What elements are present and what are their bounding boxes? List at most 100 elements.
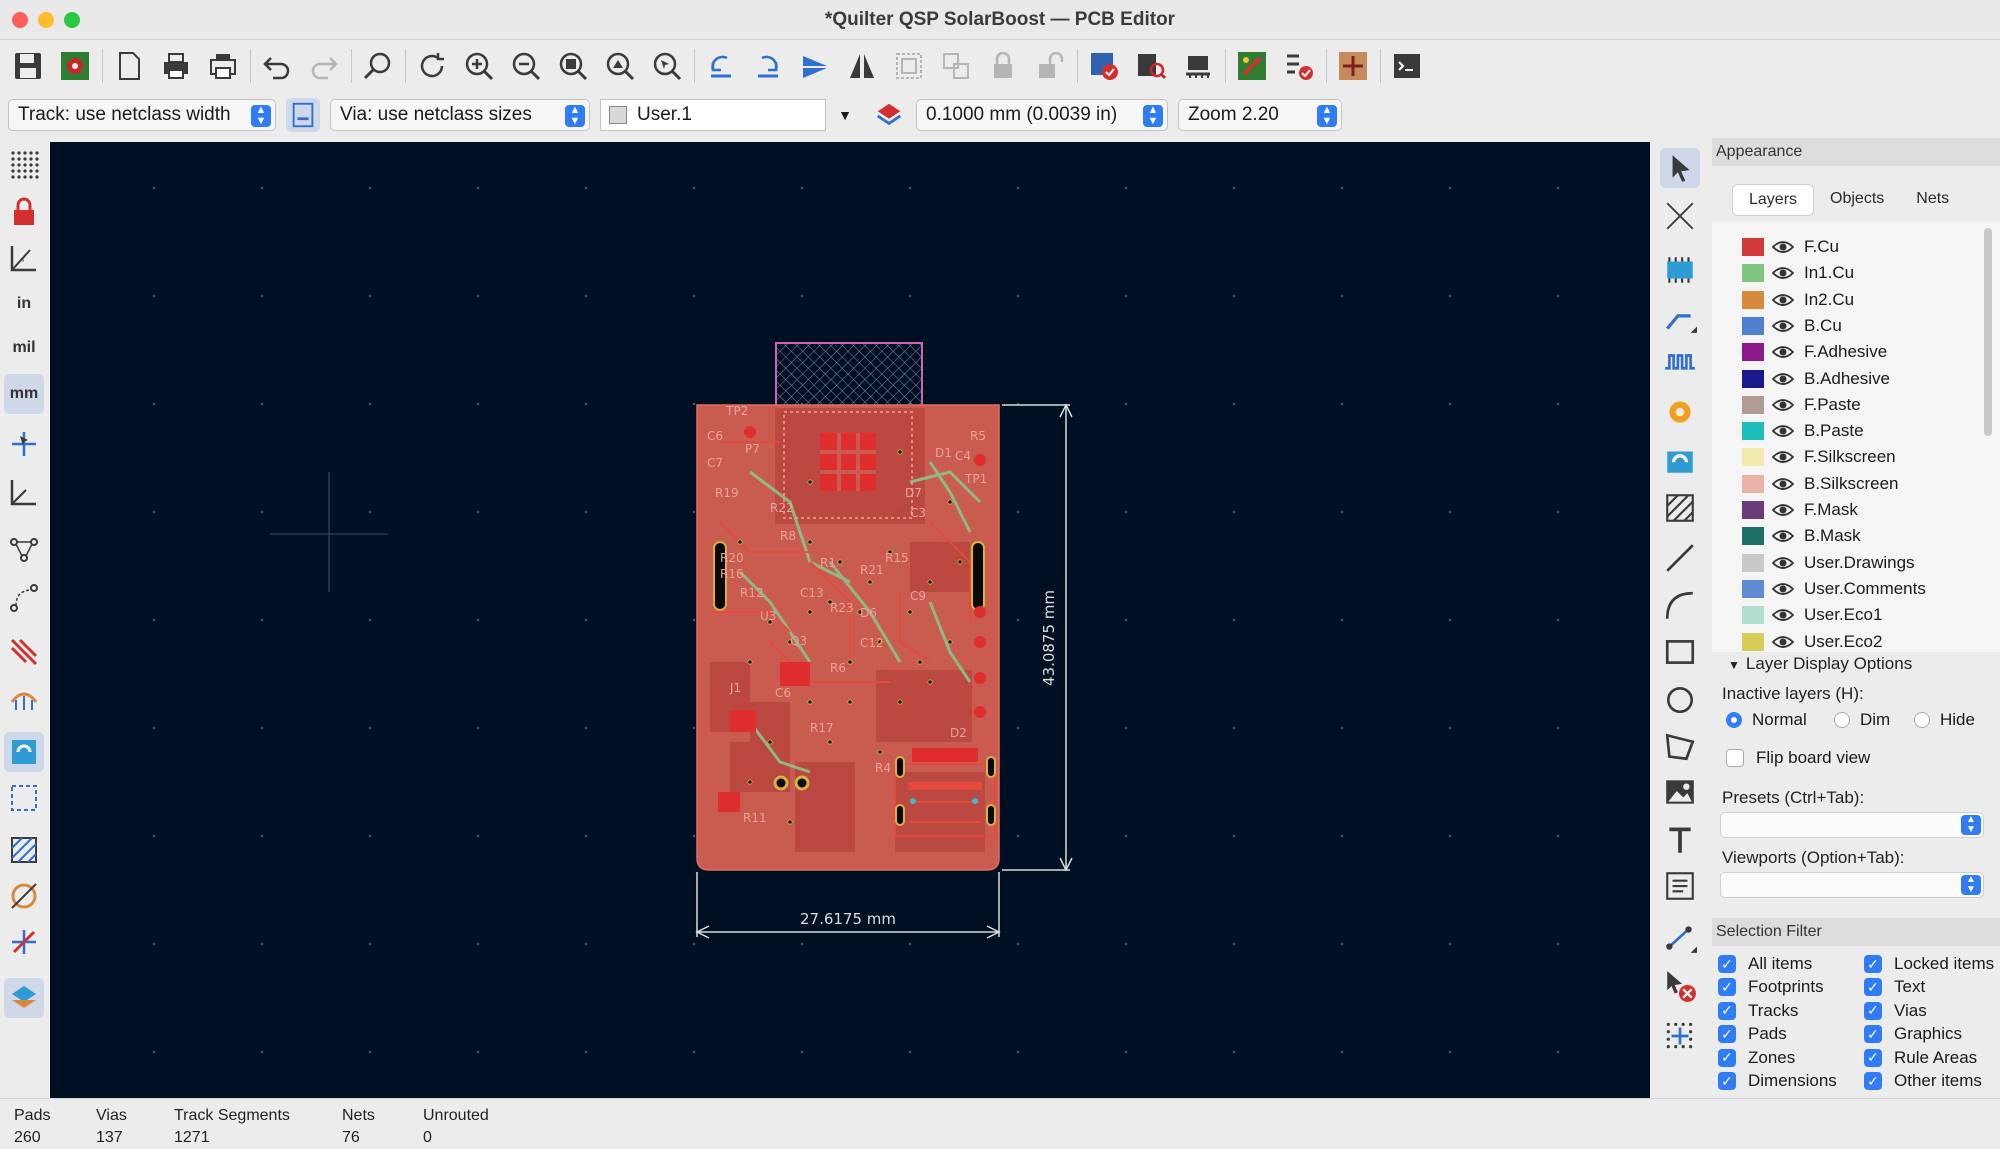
layer-color-swatch[interactable] (1742, 606, 1764, 625)
layer-row[interactable]: B.Silkscreen (1742, 471, 1898, 497)
grid-toggle-button[interactable] (4, 144, 44, 184)
draw-rectangle-button[interactable] (1660, 632, 1700, 672)
zoom-select[interactable]: Zoom 2.20 ▲ ▼ (1178, 99, 1342, 131)
layer-color-swatch[interactable] (1742, 501, 1764, 519)
radio-dim[interactable]: Dim (1834, 710, 1890, 730)
eye-icon[interactable] (1772, 449, 1794, 465)
add-footprint-button[interactable] (1660, 250, 1700, 290)
selection-filter-checkbox[interactable]: ✓ All items (1718, 954, 1812, 974)
add-image-button[interactable] (1660, 772, 1700, 812)
layer-row[interactable]: User.Comments (1742, 576, 1926, 602)
eye-icon[interactable] (1772, 318, 1794, 334)
redo-button[interactable] (304, 46, 344, 86)
zoom-objects-button[interactable] (600, 46, 640, 86)
layer-color-swatch[interactable] (1742, 474, 1764, 493)
selection-filter-checkbox[interactable]: ✓ Zones (1718, 1048, 1795, 1068)
layer-color-swatch[interactable] (1742, 369, 1764, 388)
unlock-button[interactable] (1030, 46, 1070, 86)
eye-icon[interactable] (1772, 239, 1794, 255)
zone-display-button[interactable] (4, 732, 44, 772)
selection-filter-checkbox[interactable]: ✓ Other items (1864, 1071, 1982, 1091)
add-dimension-button[interactable] (1660, 918, 1700, 958)
pad-display-button[interactable] (4, 876, 44, 916)
layer-select[interactable]: User.1 (600, 99, 826, 131)
eye-icon[interactable] (1772, 371, 1794, 387)
selection-filter-checkbox[interactable]: ✓ Rule Areas (1864, 1048, 1977, 1068)
curved-ratsnest-button[interactable] (4, 578, 44, 618)
layer-row[interactable]: User.Eco2 (1742, 629, 1882, 655)
plot-button[interactable] (203, 46, 243, 86)
lock-button[interactable] (983, 46, 1023, 86)
print-button[interactable] (156, 46, 196, 86)
layer-color-swatch[interactable] (1742, 579, 1764, 598)
selection-filter-checkbox[interactable]: ✓ Footprints (1718, 977, 1824, 997)
find-button[interactable] (358, 46, 398, 86)
mirror-horizontal-button[interactable] (842, 46, 882, 86)
units-mils-button[interactable]: mil (4, 328, 44, 368)
high-contrast-button[interactable] (4, 978, 44, 1018)
draw-polygon-button[interactable] (1660, 726, 1700, 766)
eye-icon[interactable] (1772, 502, 1794, 518)
zoom-fit-button[interactable] (553, 46, 593, 86)
draw-arc-button[interactable] (1660, 586, 1700, 626)
units-mm-button[interactable]: mm (4, 374, 44, 414)
layer-color-swatch[interactable] (1742, 343, 1764, 362)
track-width-select[interactable]: Track: use netclass width ▲ ▼ (8, 99, 276, 131)
eye-icon[interactable] (1772, 476, 1794, 492)
selection-filter-checkbox[interactable]: ✓ Tracks (1718, 1001, 1798, 1021)
layer-color-swatch[interactable] (1742, 553, 1764, 572)
flip-board-checkbox[interactable]: Flip board view (1726, 748, 1870, 768)
select-tool-button[interactable] (1660, 148, 1700, 188)
eye-icon[interactable] (1772, 292, 1794, 308)
eye-icon[interactable] (1772, 634, 1794, 650)
add-textbox-button[interactable] (1660, 866, 1700, 906)
layer-color-swatch[interactable] (1742, 290, 1764, 309)
zoom-selection-button[interactable] (647, 46, 687, 86)
layer-row[interactable]: F.Mask (1742, 497, 1858, 523)
layer-color-swatch[interactable] (1742, 316, 1764, 335)
grid-origin-tool-button[interactable] (1660, 1016, 1700, 1056)
layer-color-swatch[interactable] (1742, 527, 1764, 546)
add-keepout-button[interactable] (1660, 488, 1700, 528)
refresh-button[interactable] (412, 46, 452, 86)
footprint-editor-button[interactable] (1178, 46, 1218, 86)
draw-line-button[interactable] (1660, 538, 1700, 578)
scripting-button[interactable] (1279, 46, 1319, 86)
layer-row[interactable]: F.Silkscreen (1742, 444, 1896, 470)
lock-grid-button[interactable] (4, 192, 44, 232)
layer-row[interactable]: F.Cu (1742, 234, 1839, 260)
route-track-button[interactable] (1660, 298, 1700, 338)
radio-normal[interactable]: Normal (1726, 710, 1807, 730)
rotate-ccw-button[interactable] (701, 46, 741, 86)
layer-list-scrollbar[interactable] (1984, 228, 1992, 436)
mirror-vertical-button[interactable] (795, 46, 835, 86)
polar-coords-button[interactable]: r (4, 238, 44, 278)
layer-row[interactable]: User.Eco1 (1742, 602, 1882, 628)
schematic-button[interactable] (1333, 46, 1373, 86)
add-zone-button[interactable] (1660, 440, 1700, 480)
save-button[interactable] (8, 46, 48, 86)
rotate-cw-button[interactable] (748, 46, 788, 86)
console-button[interactable] (1387, 46, 1427, 86)
layer-row[interactable]: B.Paste (1742, 418, 1864, 444)
grid-select[interactable]: 0.1000 mm (0.0039 in) ▲ ▼ (916, 99, 1168, 131)
tab-layers[interactable]: Layers (1732, 184, 1815, 216)
units-inches-button[interactable]: in (4, 284, 44, 324)
layer-row[interactable]: B.Cu (1742, 313, 1842, 339)
eye-icon[interactable] (1772, 528, 1794, 544)
selection-filter-checkbox[interactable]: ✓ Vias (1864, 1001, 1927, 1021)
eye-icon[interactable] (1772, 581, 1794, 597)
selection-filter-checkbox[interactable]: ✓ Dimensions (1718, 1071, 1837, 1091)
layer-row[interactable]: F.Paste (1742, 392, 1861, 418)
delete-tool-button[interactable] (1660, 966, 1700, 1006)
tab-nets[interactable]: Nets (1900, 184, 1965, 216)
add-text-button[interactable] (1660, 820, 1700, 860)
selection-filter-checkbox[interactable]: ✓ Graphics (1864, 1024, 1962, 1044)
eye-icon[interactable] (1772, 607, 1794, 623)
ungroup-button[interactable] (936, 46, 976, 86)
layer-row[interactable]: User.Drawings (1742, 550, 1915, 576)
cursor-style-button[interactable] (4, 424, 44, 464)
eye-icon[interactable] (1772, 555, 1794, 571)
draw-circle-button[interactable] (1660, 680, 1700, 720)
selection-filter-checkbox[interactable]: ✓ Locked items (1864, 954, 1994, 974)
